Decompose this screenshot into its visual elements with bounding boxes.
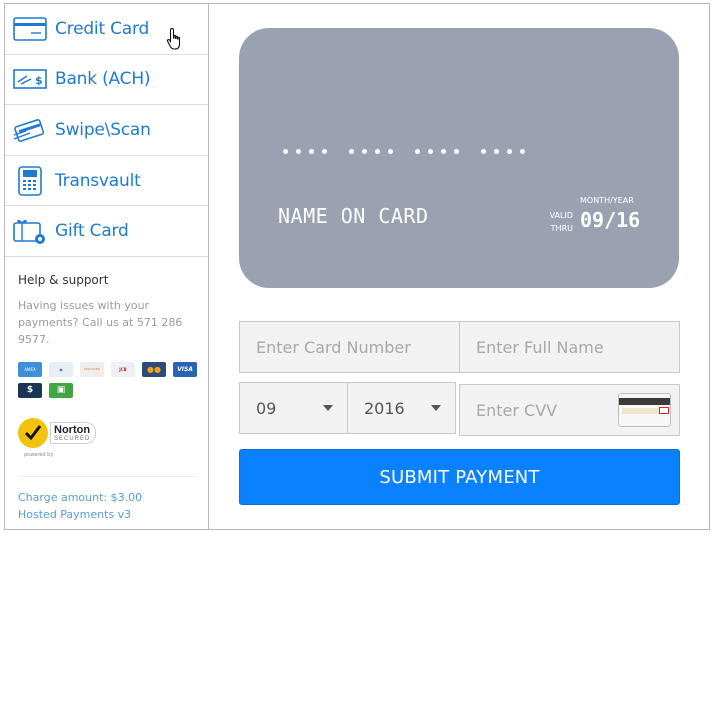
amex-logo: AMEX: [18, 361, 42, 377]
version-label: Hosted Payments v3: [18, 507, 132, 521]
norton-label: Norton SECURED: [50, 421, 97, 444]
month-year-label: MONTH/YEAR: [580, 196, 634, 205]
checkmark-icon: [18, 417, 48, 448]
accepted-card-logos: AMEX ◉ DISCOVER JCB ●● VISA $ ▣: [18, 361, 198, 398]
full-name-input[interactable]: [476, 337, 679, 357]
swipe-card-icon: [12, 115, 48, 145]
month-value: 09: [256, 398, 277, 418]
payment-widget: Credit Card $ Bank (ACH) Swipe\Scan Tran…: [4, 3, 710, 530]
cash-logo: $: [18, 382, 42, 398]
help-title: Help & support: [18, 272, 109, 287]
help-text: Having issues with your payments? Call u…: [18, 298, 183, 346]
norton-powered-by: powered by: [24, 451, 54, 458]
svg-text:$: $: [35, 74, 43, 87]
sidebar-item-label: Bank (ACH): [55, 69, 151, 90]
submit-payment-button[interactable]: SUBMIT PAYMENT: [239, 449, 680, 505]
card-expiry: 09/16: [580, 208, 641, 232]
card-number-mask: [283, 149, 525, 154]
sidebar: Credit Card $ Bank (ACH) Swipe\Scan Tran…: [5, 4, 209, 529]
hand-cursor-icon: [166, 27, 181, 50]
month-select[interactable]: 09: [239, 382, 348, 434]
jcb-logo: JCB: [111, 361, 135, 377]
mastercard-logo: ●●: [142, 361, 166, 377]
cvv-field[interactable]: [459, 384, 680, 436]
card-back-icon: [618, 393, 671, 427]
card-number-field[interactable]: [239, 321, 460, 373]
norton-secured-badge: Norton SECURED powered by: [18, 417, 108, 462]
sidebar-item-label: Transvault: [55, 170, 141, 191]
card-number-input[interactable]: [256, 337, 459, 357]
card-preview: NAME ON CARD MONTH/YEAR VALID THRU 09/16: [239, 28, 679, 288]
help-section: Help & support Having issues with your p…: [5, 257, 208, 523]
norton-secured: SECURED: [54, 435, 91, 442]
card-holder-name: NAME ON CARD: [278, 204, 429, 228]
sidebar-item-transvault[interactable]: Transvault: [5, 156, 208, 207]
year-value: 2016: [364, 398, 405, 418]
visa-logo: VISA: [173, 361, 197, 377]
dropdown-arrow-icon: [323, 405, 333, 411]
card-terminal-icon: [12, 165, 48, 196]
norton-name: Norton: [54, 423, 91, 436]
credit-card-icon: [12, 14, 48, 44]
sidebar-item-label: Swipe\Scan: [55, 119, 151, 140]
charge-info: Charge amount: $3.00 Hosted Payments v3: [18, 489, 195, 523]
year-select[interactable]: 2016: [347, 382, 456, 434]
sidebar-item-bank-ach[interactable]: $ Bank (ACH): [5, 55, 208, 106]
diners-logo: ◉: [49, 361, 73, 377]
charge-amount: Charge amount: $3.00: [18, 490, 143, 504]
discover-logo: DISCOVER: [80, 361, 104, 377]
full-name-field[interactable]: [459, 321, 680, 373]
cvv-input[interactable]: [476, 400, 616, 420]
sidebar-item-gift-card[interactable]: Gift Card: [5, 206, 208, 257]
dropdown-arrow-icon: [431, 405, 441, 411]
gift-logo: ▣: [49, 382, 73, 398]
sidebar-item-swipe-scan[interactable]: Swipe\Scan: [5, 105, 208, 156]
gift-card-icon: [12, 216, 48, 246]
sidebar-item-label: Gift Card: [55, 221, 129, 242]
check-icon: $: [12, 64, 48, 94]
valid-thru-label: VALID THRU: [549, 211, 573, 233]
divider: [18, 475, 198, 477]
sidebar-item-label: Credit Card: [55, 18, 150, 39]
